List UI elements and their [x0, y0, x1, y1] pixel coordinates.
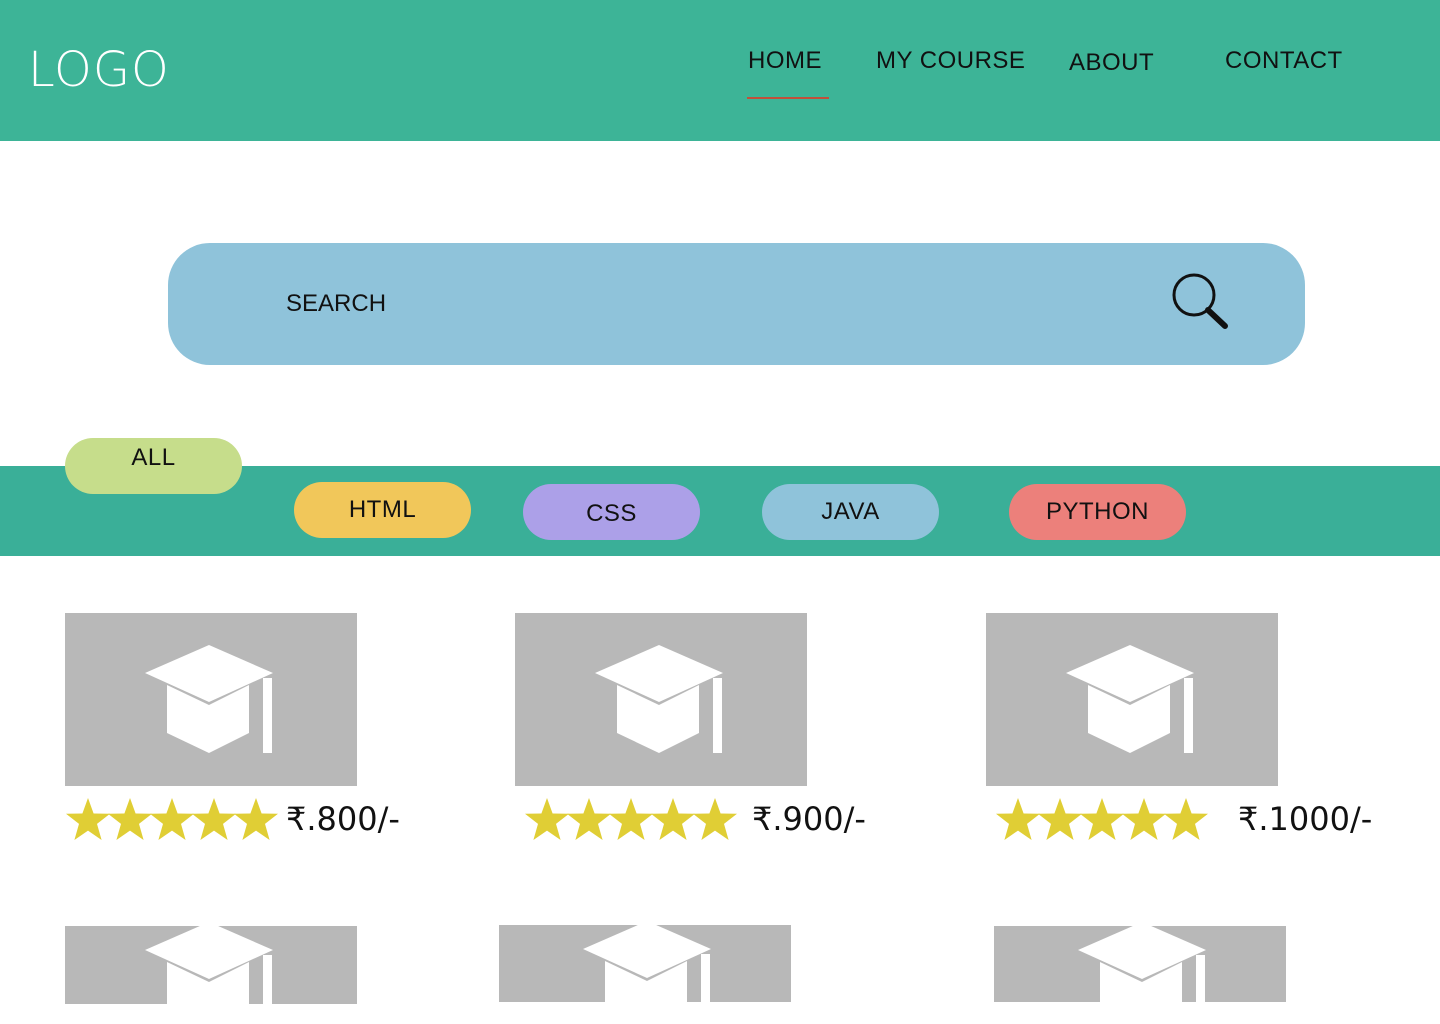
header: LOGO HOME MY COURSE ABOUT CONTACT	[0, 0, 1440, 141]
nav-about[interactable]: ABOUT	[1069, 49, 1154, 77]
course-image[interactable]	[499, 925, 791, 1002]
rating-stars	[66, 798, 278, 840]
rating-stars	[525, 798, 737, 840]
graduation-cap-icon	[581, 925, 716, 1002]
search-icon[interactable]	[1170, 271, 1232, 331]
filter-css[interactable]: CSS	[523, 484, 700, 540]
search-bar	[168, 243, 1305, 365]
star-icon	[525, 798, 569, 840]
star-icon	[1038, 798, 1082, 840]
star-icon	[192, 798, 236, 840]
filter-all[interactable]: ALL	[65, 438, 242, 494]
course-image[interactable]	[65, 613, 357, 786]
nav-active-indicator	[747, 97, 829, 99]
star-icon	[609, 798, 653, 840]
rating-stars	[996, 798, 1208, 840]
graduation-cap-icon	[143, 645, 278, 753]
filter-java[interactable]: JAVA	[762, 484, 939, 540]
star-icon	[150, 798, 194, 840]
graduation-cap-icon	[143, 926, 278, 1004]
filter-python[interactable]: PYTHON	[1009, 484, 1186, 540]
star-icon	[1122, 798, 1166, 840]
logo[interactable]: LOGO	[28, 42, 170, 98]
course-price: ₹.1000/-	[1238, 800, 1373, 838]
course-image[interactable]	[65, 926, 357, 1004]
search-input[interactable]	[286, 287, 1086, 321]
graduation-cap-icon	[1064, 645, 1199, 753]
star-icon	[651, 798, 695, 840]
nav-my-course[interactable]: MY COURSE	[876, 47, 1025, 75]
filter-html[interactable]: HTML	[294, 482, 471, 538]
nav-contact[interactable]: CONTACT	[1225, 47, 1343, 75]
graduation-cap-icon	[1076, 926, 1211, 1002]
star-icon	[66, 798, 110, 840]
graduation-cap-icon	[593, 645, 728, 753]
star-icon	[996, 798, 1040, 840]
star-icon	[1164, 798, 1208, 840]
star-icon	[1080, 798, 1124, 840]
course-price: ₹.900/-	[752, 800, 866, 838]
star-icon	[693, 798, 737, 840]
course-image[interactable]	[994, 926, 1286, 1002]
star-icon	[108, 798, 152, 840]
nav-home[interactable]: HOME	[748, 47, 822, 75]
star-icon	[567, 798, 611, 840]
star-icon	[234, 798, 278, 840]
course-image[interactable]	[515, 613, 807, 786]
course-price: ₹.800/-	[286, 800, 400, 838]
course-image[interactable]	[986, 613, 1278, 786]
